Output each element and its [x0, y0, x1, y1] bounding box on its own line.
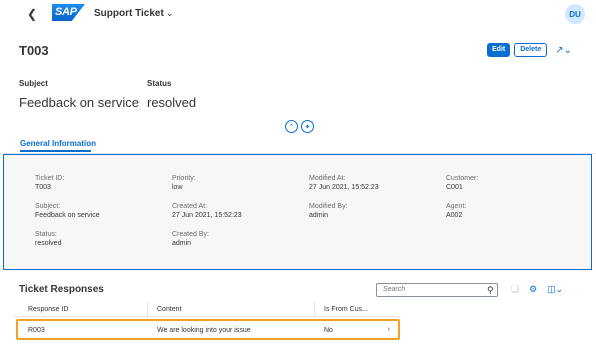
search-placeholder: Search	[383, 286, 406, 293]
field-subject: Subject: Feedback on service	[35, 203, 100, 219]
delete-button[interactable]: Delete	[514, 43, 548, 57]
field-priority: Priority: low	[172, 175, 196, 191]
field-created-at: Created At: 27 Jun 2021, 15:52:23	[172, 203, 242, 219]
ticket-responses-title: Ticket Responses	[19, 284, 104, 295]
created-by-label: Created By:	[172, 231, 209, 238]
page-title: T003	[19, 43, 49, 58]
export-icon[interactable]: ◫⌄	[547, 284, 563, 295]
ticket-id-value: T003	[35, 184, 51, 191]
subject-value: Feedback on service	[19, 95, 139, 110]
avatar[interactable]: DU	[565, 4, 585, 24]
pin-header-icon[interactable]: ✦	[301, 120, 314, 133]
chevron-down-icon: ⌄	[165, 8, 174, 18]
table-toolbar: ❏ ⚙ ◫⌄	[511, 284, 563, 295]
shell-bar: ❮ SAP Support Ticket ⌄ DU	[0, 0, 596, 28]
field-modified-by: Modified By: admin	[309, 203, 348, 219]
status-value: resolved	[147, 95, 197, 110]
collapse-header-icon[interactable]: ⌃	[285, 120, 298, 133]
created-at-value: 27 Jun 2021, 15:52:23	[172, 212, 242, 219]
agent-value: A002	[446, 212, 463, 219]
column-header-content[interactable]: Content	[157, 306, 182, 313]
customer-value: C001	[446, 184, 463, 191]
settings-icon[interactable]: ⚙	[529, 284, 537, 295]
edit-button[interactable]: Edit	[487, 43, 511, 57]
modified-by-label: Modified By:	[309, 203, 348, 210]
status-field-value: resolved	[35, 240, 62, 247]
field-customer: Customer: C001	[446, 175, 478, 191]
general-information-section: Ticket ID: T003 Priority: low Modified A…	[3, 154, 592, 270]
column-header-is-from-customer[interactable]: Is From Cus...	[324, 306, 368, 313]
field-status: Status: resolved	[35, 231, 61, 247]
logo-text: SAP	[55, 6, 77, 18]
subject-label: Subject	[19, 79, 48, 88]
back-icon[interactable]: ❮	[27, 8, 37, 20]
response-id-cell: R003	[28, 327, 45, 334]
ticket-id-label: Ticket ID:	[35, 175, 65, 182]
search-input[interactable]: Search	[376, 283, 498, 297]
agent-label: Agent:	[446, 203, 467, 210]
chevron-right-icon[interactable]: ›	[388, 326, 390, 333]
sap-logo[interactable]: SAP	[52, 4, 85, 21]
table-header: Response ID Content Is From Cus...	[14, 302, 400, 317]
field-ticket-id: Ticket ID: T003	[35, 175, 64, 191]
content-cell: We are looking into your issue	[157, 327, 251, 334]
subject-field-value: Feedback on service	[35, 212, 100, 219]
customer-label: Customer:	[446, 175, 479, 182]
column-header-response-id[interactable]: Response ID	[28, 306, 68, 313]
search-icon[interactable]: ⚲	[487, 285, 494, 296]
app-title: Support Ticket	[94, 8, 164, 19]
tab-general-information[interactable]: General Information	[20, 139, 96, 148]
subject-field-label: Subject:	[35, 203, 61, 210]
priority-value: low	[172, 184, 183, 191]
priority-label: Priority:	[172, 175, 196, 182]
column-divider	[147, 302, 148, 317]
status-label: Status	[147, 79, 172, 88]
is-from-customer-cell: No	[324, 327, 333, 334]
tab-selected-indicator	[20, 150, 91, 152]
share-icon[interactable]: ↗⌄	[555, 45, 572, 56]
field-agent: Agent: A002	[446, 203, 466, 219]
column-divider	[314, 302, 315, 317]
copy-icon[interactable]: ❏	[511, 284, 519, 295]
modified-by-value: admin	[309, 212, 329, 219]
header-controls: ⌃ ✦	[285, 120, 314, 133]
modified-at-value: 27 Jun 2021, 15:52:23	[309, 184, 379, 191]
created-by-value: admin	[172, 240, 192, 247]
status-field-label: Status:	[35, 231, 57, 238]
table-row[interactable]: R003 We are looking into your issue No ›	[16, 319, 400, 340]
app-title-menu[interactable]: Support Ticket ⌄	[94, 8, 173, 19]
created-at-label: Created At:	[172, 203, 208, 210]
header-actions: Edit Delete ↗⌄	[487, 43, 572, 57]
field-modified-at: Modified At: 27 Jun 2021, 15:52:23	[309, 175, 379, 191]
modified-at-label: Modified At:	[309, 175, 346, 182]
field-created-by: Created By: admin	[172, 231, 209, 247]
